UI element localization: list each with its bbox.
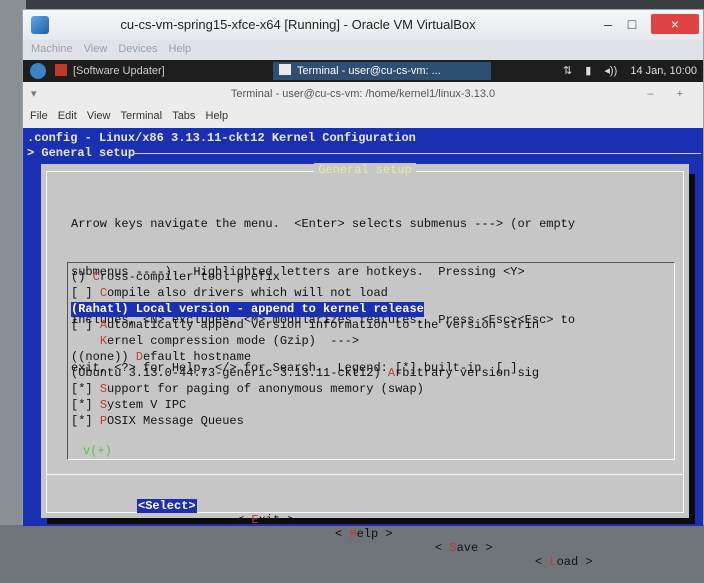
menu-help[interactable]: Help [169, 43, 192, 55]
vbox-menubar: Machine View Devices Help [23, 40, 703, 60]
vbox-window-title: cu-cs-vm-spring15-xfce-x64 [Running] - O… [120, 17, 476, 32]
menu-view[interactable]: View [87, 110, 111, 122]
button-row: <Select> < Exit > < Help > < Save > < Lo… [41, 485, 689, 583]
menuconfig-dialog: General setup Arrow keys navigate the me… [41, 163, 689, 569]
dialog-title: General setup [41, 163, 689, 177]
close-button[interactable]: × [651, 14, 699, 34]
battery-icon[interactable]: ▮ [585, 65, 591, 77]
menu-item-posix-mqueue[interactable]: [*] POSIX Message Queues [71, 414, 244, 429]
network-icon[interactable]: ⇅ [563, 65, 572, 77]
software-updater-icon [55, 64, 67, 76]
config-header: .config - Linux/x86 3.13.11-ckt12 Kernel… [27, 131, 416, 145]
minimize-button[interactable]: – [597, 14, 619, 34]
menu-item-arbitrary-version[interactable]: (Ubuntu 3.13.0-44.73-generic 3.13.11-ckt… [71, 366, 539, 381]
help-button[interactable]: < Help > [335, 527, 393, 541]
menu-item-compile-drivers[interactable]: [ ] Compile also drivers which will not … [71, 286, 388, 301]
clock[interactable]: 14 Jan, 10:00 [630, 65, 697, 77]
menu-item-auto-append-version[interactable]: [ ] Automatically append version informa… [71, 318, 539, 333]
guest-panel: [Software Updater] Terminal - user@cu-cs… [23, 60, 703, 82]
menu-file[interactable]: File [30, 110, 48, 122]
menu-terminal[interactable]: Terminal [121, 110, 163, 122]
taskbar-software-updater[interactable]: [Software Updater] [55, 63, 165, 79]
help-line: Arrow keys navigate the menu. <Enter> se… [71, 217, 576, 231]
config-breadcrumb: > General setup [27, 146, 136, 160]
taskbar-label: [Software Updater] [73, 65, 165, 77]
taskbar-label: Terminal - user@cu-cs-vm: ... [297, 65, 441, 77]
menu-item-sysv-ipc[interactable]: [*] System V IPC [71, 398, 186, 413]
load-button[interactable]: < Load > [535, 555, 593, 569]
terminal-titlebar[interactable]: ▾ Terminal - user@cu-cs-vm: /home/kernel… [23, 82, 703, 106]
terminal-menubar: File Edit View Terminal Tabs Help [23, 106, 703, 128]
menu-item-local-version[interactable]: (Rahatl) Local version - append to kerne… [71, 302, 424, 317]
menu-item-kernel-compression[interactable]: Kernel compression mode (Gzip) ---> [71, 334, 359, 349]
vbox-titlebar[interactable]: cu-cs-vm-spring15-xfce-x64 [Running] - O… [23, 10, 703, 40]
volume-icon[interactable]: ◂)) [604, 65, 617, 77]
terminal-title: Terminal - user@cu-cs-vm: /home/kernel1/… [230, 88, 496, 100]
save-button[interactable]: < Save > [435, 541, 493, 555]
maximize-button[interactable]: □ [621, 14, 643, 34]
button-divider [46, 474, 684, 475]
terminal-icon [279, 64, 291, 75]
menu-item-default-hostname[interactable]: ((none)) Default hostname [71, 350, 251, 365]
header-divider [133, 153, 701, 154]
menu-item-cross-compiler[interactable]: () Cross-compiler tool prefix [71, 270, 280, 285]
menu-devices[interactable]: Devices [118, 43, 157, 55]
scroll-more-indicator: v(+) [83, 444, 112, 458]
menu-item-swap[interactable]: [*] Support for paging of anonymous memo… [71, 382, 424, 397]
system-tray: ⇅ ▮ ◂)) 14 Jan, 10:00 [553, 63, 697, 79]
menu-tabs[interactable]: Tabs [172, 110, 195, 122]
window-menu-icon[interactable]: ▾ [31, 82, 37, 106]
terminal-window-controls[interactable]: – + [647, 82, 693, 106]
menu-help[interactable]: Help [206, 110, 229, 122]
taskbar-terminal[interactable]: Terminal - user@cu-cs-vm: ... [273, 62, 491, 80]
menu-machine[interactable]: Machine [31, 43, 73, 55]
menu-edit[interactable]: Edit [58, 110, 77, 122]
virtualbox-window: cu-cs-vm-spring15-xfce-x64 [Running] - O… [22, 9, 704, 569]
select-button[interactable]: <Select> [137, 499, 197, 513]
menu-view[interactable]: View [84, 43, 108, 55]
terminal-screen[interactable]: .config - Linux/x86 3.13.11-ckt12 Kernel… [23, 128, 703, 569]
whisker-menu-icon[interactable] [30, 63, 46, 79]
